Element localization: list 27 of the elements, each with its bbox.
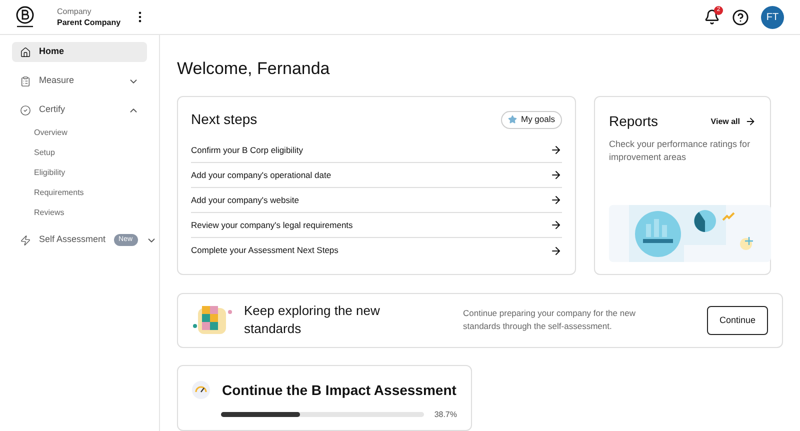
user-avatar[interactable]: FT: [761, 6, 784, 28]
sidebar-item[interactable]: Home: [12, 42, 147, 62]
continue-button[interactable]: Continue: [707, 306, 768, 335]
sidebar-item[interactable]: Measure: [12, 71, 147, 91]
company-name: Parent Company: [57, 17, 121, 28]
sidebar-subitem[interactable]: Requirements: [34, 185, 159, 201]
next-step-row[interactable]: Complete your Assessment Next Steps: [191, 238, 562, 263]
assessment-title: Continue the B Impact Assessment: [222, 380, 456, 400]
explore-title: Keep exploring the new standards: [244, 302, 381, 338]
card-title: Next steps: [191, 110, 258, 129]
sidebar-subitem[interactable]: Overview: [34, 125, 159, 141]
sidebar-subitem[interactable]: Eligibility: [34, 165, 159, 181]
progress-reading: 38.7%: [434, 408, 457, 421]
sidebar-subitem[interactable]: Reviews: [34, 205, 159, 221]
explore-description: Continue preparing your company for the new standards through the self-assessment.: [463, 307, 636, 334]
card-title: Reports: [609, 112, 658, 131]
sidebar-subitem[interactable]: Setup: [34, 145, 159, 161]
next-step-row[interactable]: Confirm your B Corp eligibility: [191, 138, 562, 163]
reports-description: Check your performance ratings for improvement areas: [609, 138, 752, 164]
welcome-heading: Welcome, Fernanda: [177, 58, 331, 80]
company-label: Company: [57, 6, 92, 17]
next-step-row[interactable]: Add your company's website: [191, 188, 562, 213]
next-step-row[interactable]: Add your company's operational date: [191, 163, 562, 188]
my-goals-button[interactable]: My goals: [500, 110, 562, 128]
next-step-row[interactable]: Review your company's legal requirements: [191, 213, 562, 238]
view-all-link[interactable]: View all: [710, 116, 756, 128]
sidebar-item[interactable]: Certify: [12, 100, 147, 120]
